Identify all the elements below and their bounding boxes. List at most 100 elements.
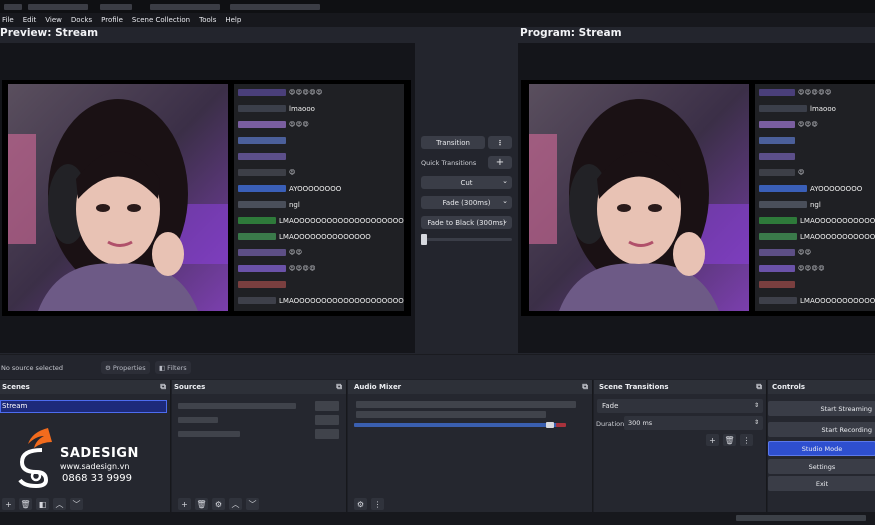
source-item[interactable]	[178, 417, 218, 423]
chat-username	[759, 185, 807, 192]
status-bar	[0, 512, 875, 525]
quick-transition-cut[interactable]: Cut ⌄	[421, 176, 512, 189]
quick-transition-fade-to-black[interactable]: Fade to Black (300ms) ⌄	[421, 216, 512, 229]
popout-icon[interactable]: ⧉	[160, 382, 166, 392]
chat-message: LMAOOOOOOOOOOOOOO	[238, 232, 371, 241]
plus-icon[interactable]: +	[178, 498, 191, 510]
chat-username	[238, 153, 286, 160]
chat-text: LMAOOOOOOOOOOOOOO	[800, 232, 875, 241]
tbar-handle[interactable]	[421, 234, 427, 245]
trash-icon[interactable]: 🗑	[195, 498, 208, 510]
popout-icon[interactable]: ⧉	[336, 382, 342, 392]
plus-icon[interactable]: +	[706, 434, 719, 446]
chat-message: LMAOOOOOOOOOOOOOO	[759, 232, 875, 241]
duration-label: Duration	[596, 420, 625, 428]
quick-transitions-label: Quick Transitions	[421, 159, 477, 167]
plus-icon[interactable]: +	[2, 498, 15, 510]
menu-scene-collection[interactable]: Scene Collection	[132, 16, 190, 24]
volume-slider-handle[interactable]	[546, 422, 554, 428]
transition-more-icon[interactable]: ⋮	[488, 136, 512, 149]
trash-icon[interactable]: 🗑	[19, 498, 32, 510]
streamer-image	[8, 84, 228, 311]
menu-edit[interactable]: Edit	[23, 16, 37, 24]
chat-message: LMAOOOOOOOOOOOOOOOOOOOOOO	[759, 296, 875, 305]
transition-select[interactable]: Fade ⇕	[597, 399, 763, 413]
option-label: Fade to Black (300ms)	[427, 218, 506, 227]
chevron-down-icon: ⌄	[502, 217, 508, 225]
source-item[interactable]	[178, 431, 240, 437]
exit-button[interactable]: Exit	[768, 476, 875, 491]
option-label: Fade (300ms)	[442, 198, 491, 207]
properties-button[interactable]: ⚙ Properties	[101, 361, 150, 374]
filters-button[interactable]: ◧ Filters	[155, 361, 191, 374]
trash-icon[interactable]: 🗑	[723, 434, 736, 446]
chat-message: AYOOOOOOOO	[238, 184, 341, 193]
sources-title: Sources	[174, 383, 206, 391]
chat-message	[238, 280, 289, 289]
title-blur	[100, 4, 132, 10]
chat-username	[238, 281, 286, 288]
popout-icon[interactable]: ⧉	[582, 382, 588, 392]
spin-icon: ⇕	[753, 419, 759, 426]
settings-button[interactable]: Settings	[768, 459, 875, 474]
more-icon[interactable]: ⋮	[740, 434, 753, 446]
more-icon[interactable]: ⋮	[371, 498, 384, 510]
gear-icon[interactable]: ⚙	[354, 498, 367, 510]
menu-docks[interactable]: Docks	[71, 16, 92, 24]
program-canvas: 😍😍😍😍😍 lmaooo 😍😍😍 😍 AYOOOOOOOO ngl LMAOOOOOOOOO…	[518, 43, 875, 353]
chevron-down-icon: ⌄	[502, 197, 508, 205]
chat-username	[759, 265, 795, 272]
preview-canvas[interactable]: 😍😍😍😍😍 lmaooo 😍😍😍 😍 AYOOOOOOOO ngl LMAOOOOOOOOO…	[0, 43, 415, 353]
mute-indicator[interactable]	[556, 423, 566, 427]
menu-file[interactable]: File	[2, 16, 14, 24]
chat-message: LMAOOOOOOOOOOOOOOOOOOOOOO	[238, 296, 404, 305]
chevron-down-icon: ⌄	[502, 177, 508, 185]
chevron-down-icon[interactable]: ﹀	[70, 498, 83, 510]
preview-scene-frame[interactable]: 😍😍😍😍😍 lmaooo 😍😍😍 😍 AYOOOOOOOO ngl LMAOOOOOOOOO…	[2, 80, 411, 316]
volume-slider[interactable]	[354, 423, 558, 427]
source-visibility-icon[interactable]	[315, 415, 339, 425]
source-visibility-icon[interactable]	[315, 401, 339, 411]
mixer-channel-meter	[356, 411, 546, 418]
chat-message: 😍😍😍	[759, 120, 818, 129]
chat-emojis: 😍😍	[289, 249, 303, 256]
chat-text: LMAOOOOOOOOOOOOOOOOOOOO	[279, 216, 404, 225]
chat-message: 😍😍😍😍	[238, 264, 316, 273]
source-visibility-icon[interactable]	[315, 429, 339, 439]
scenes-title: Scenes	[2, 383, 30, 391]
chat-text: LMAOOOOOOOOOOOOOOOOOOOOOO	[279, 296, 404, 305]
menu-view[interactable]: View	[45, 16, 62, 24]
chat-message: 😍	[759, 168, 805, 177]
chevron-down-icon[interactable]: ﹀	[246, 498, 259, 510]
streamer-image	[529, 84, 749, 311]
transition-button[interactable]: Transition	[421, 136, 485, 149]
start-streaming-button[interactable]: Start Streaming	[768, 401, 875, 416]
chat-username	[759, 169, 795, 176]
chat-username	[759, 249, 795, 256]
scene-item-stream[interactable]: Stream	[0, 400, 167, 413]
chat-username	[759, 153, 795, 160]
start-recording-button[interactable]: Start Recording	[768, 422, 875, 437]
mixer-channel-name	[356, 401, 576, 408]
webcam-source	[529, 84, 749, 311]
chat-message: 😍😍😍😍😍	[759, 88, 832, 97]
menu-profile[interactable]: Profile	[101, 16, 123, 24]
gear-icon: ⚙	[105, 363, 111, 372]
filter-icon[interactable]: ◧	[36, 498, 49, 510]
menu-help[interactable]: Help	[225, 16, 241, 24]
tbar-track[interactable]	[421, 238, 512, 241]
popout-icon[interactable]: ⧉	[756, 382, 762, 392]
status-info	[736, 515, 866, 521]
chevron-up-icon[interactable]: ︿	[229, 498, 242, 510]
studio-mode-button[interactable]: Studio Mode	[768, 441, 875, 456]
chat-emojis: 😍😍😍😍	[798, 265, 826, 272]
source-item[interactable]	[178, 403, 296, 409]
duration-input[interactable]: 300 ms ⇕	[624, 416, 763, 430]
gear-icon[interactable]: ⚙	[212, 498, 225, 510]
chat-message: lmaooo	[759, 104, 836, 113]
chevron-up-icon[interactable]: ︿	[53, 498, 66, 510]
quick-transition-fade[interactable]: Fade (300ms) ⌄	[421, 196, 512, 209]
menu-tools[interactable]: Tools	[199, 16, 216, 24]
add-quick-transition-button[interactable]: +	[488, 156, 512, 169]
chat-overlay: 😍😍😍😍😍 lmaooo 😍😍😍 😍 AYOOOOOOOO ngl LMAOOOOOOOOO…	[234, 84, 404, 311]
